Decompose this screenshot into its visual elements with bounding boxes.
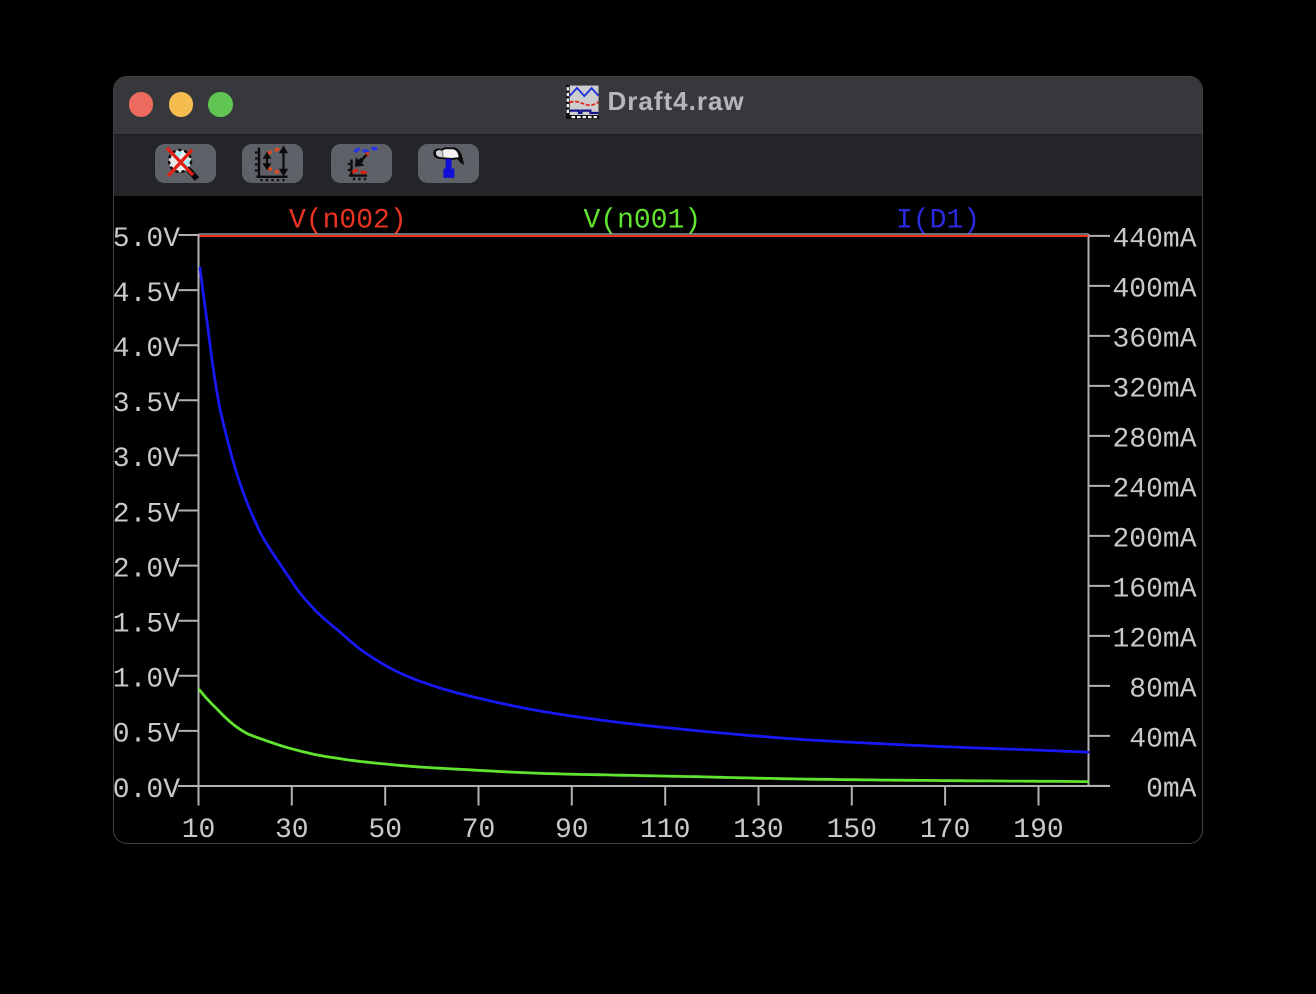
svg-text:1.5V: 1.5V [113, 610, 180, 641]
svg-text:200mA: 200mA [1112, 525, 1196, 556]
svg-text:130: 130 [733, 815, 783, 846]
svg-text:40mA: 40mA [1129, 725, 1196, 756]
svg-text:280mA: 280mA [1112, 425, 1196, 456]
svg-text:150: 150 [827, 815, 877, 846]
svg-text:70: 70 [462, 815, 496, 846]
svg-text:400mA: 400mA [1112, 275, 1196, 306]
svg-text:160mA: 160mA [1112, 575, 1196, 606]
svg-text:5.0V: 5.0V [113, 224, 180, 255]
svg-text:170: 170 [920, 815, 970, 846]
svg-text:110: 110 [640, 815, 690, 846]
svg-text:2.5V: 2.5V [113, 499, 180, 530]
svg-text:320mA: 320mA [1112, 375, 1196, 406]
svg-text:30: 30 [275, 815, 309, 846]
svg-text:50: 50 [368, 815, 402, 846]
svg-text:80mA: 80mA [1129, 675, 1196, 706]
svg-text:120mA: 120mA [1112, 625, 1196, 656]
svg-text:4.5V: 4.5V [113, 279, 180, 310]
svg-text:0mA: 0mA [1146, 775, 1197, 806]
svg-text:240mA: 240mA [1112, 475, 1196, 506]
svg-text:10: 10 [182, 815, 216, 846]
svg-text:190: 190 [1013, 815, 1063, 846]
svg-text:2.0V: 2.0V [113, 554, 180, 585]
svg-text:I(D1): I(D1) [896, 206, 980, 237]
svg-text:0.5V: 0.5V [113, 720, 180, 751]
svg-text:0.0V: 0.0V [113, 775, 180, 806]
svg-text:90: 90 [555, 815, 589, 846]
svg-text:3.0V: 3.0V [113, 444, 180, 475]
svg-text:V(n001): V(n001) [584, 206, 702, 237]
svg-text:4.0V: 4.0V [113, 334, 180, 365]
svg-text:3.5V: 3.5V [113, 389, 180, 420]
svg-text:440mA: 440mA [1112, 225, 1196, 256]
svg-text:V(n002): V(n002) [289, 206, 407, 237]
svg-text:360mA: 360mA [1112, 325, 1196, 356]
svg-text:1.0V: 1.0V [113, 665, 180, 696]
